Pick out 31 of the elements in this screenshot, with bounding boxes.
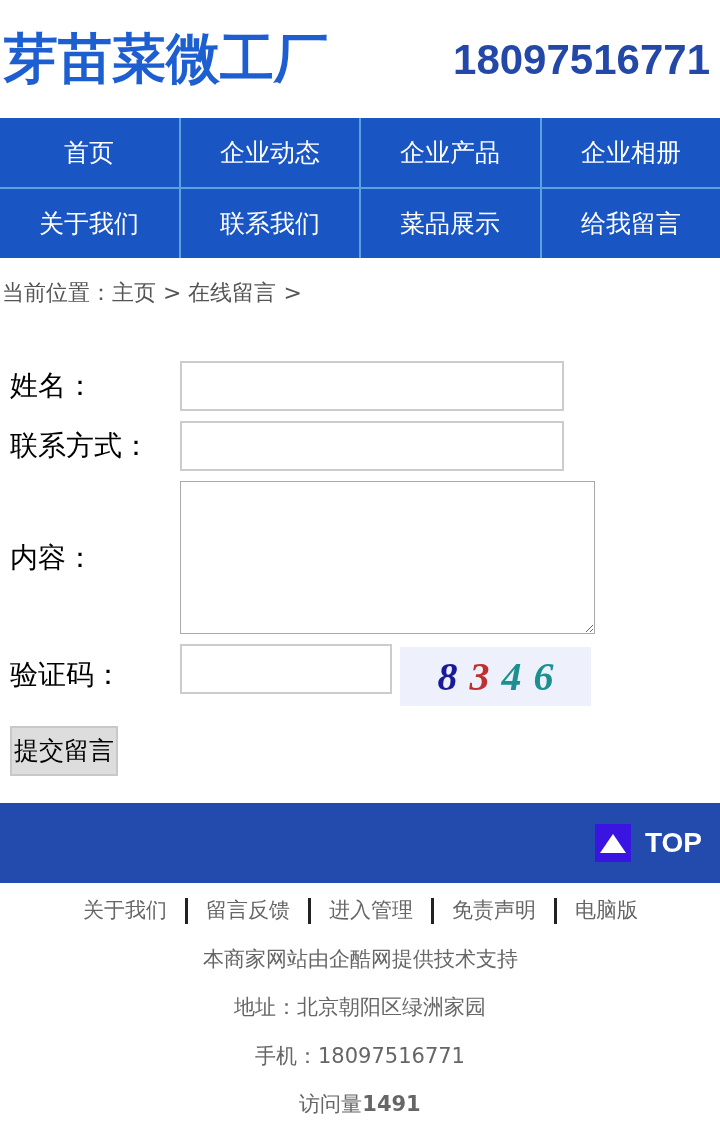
field-label: 联系方式： [10, 428, 151, 464]
footer-text: 手机：18097516771 [255, 1042, 465, 1070]
footer-link[interactable]: 留言反馈 [205, 895, 290, 927]
footer-text: 访问量1491 [299, 1091, 421, 1118]
nav-item[interactable]: 首页 [0, 118, 179, 187]
content-textarea[interactable] [180, 481, 595, 634]
captcha-image: 8 3 4 6 [400, 647, 591, 706]
top-button[interactable]: TOP [644, 822, 702, 864]
breadcrumb: 当前位置：主页 > 在线留言 > [1, 279, 303, 307]
submit-button[interactable]: 提交留言 [10, 726, 118, 776]
logo: 芽苗菜微工厂 [4, 27, 329, 91]
field-label: 姓名： [10, 368, 95, 404]
field-label: 验证码： [10, 657, 123, 693]
nav-item[interactable]: 关于我们 [0, 189, 179, 258]
footer-link[interactable]: 进入管理 [328, 895, 413, 927]
footer-link[interactable]: 关于我们 [82, 895, 167, 927]
phone-number: 18097516771 [453, 34, 711, 85]
nav-item[interactable]: 联系我们 [180, 189, 359, 258]
footer-text: 本商家网站由企酷网提供技术支持 [202, 945, 518, 973]
field-label: 内容： [10, 539, 95, 576]
nav-item[interactable]: 给我留言 [541, 189, 720, 258]
footer-text: 地址：北京朝阳区绿洲家园 [234, 994, 486, 1021]
footer-link[interactable]: 免责声明 [451, 895, 536, 927]
text-input[interactable] [180, 421, 564, 471]
nav-item[interactable]: 企业动态 [180, 118, 359, 187]
text-input[interactable] [180, 361, 564, 411]
nav-item[interactable]: 企业产品 [361, 118, 540, 187]
footer-link[interactable]: 电脑版 [574, 895, 638, 927]
captcha-input[interactable] [180, 644, 392, 694]
nav-item[interactable]: 企业相册 [541, 118, 720, 187]
nav-item[interactable]: 菜品展示 [361, 189, 540, 258]
